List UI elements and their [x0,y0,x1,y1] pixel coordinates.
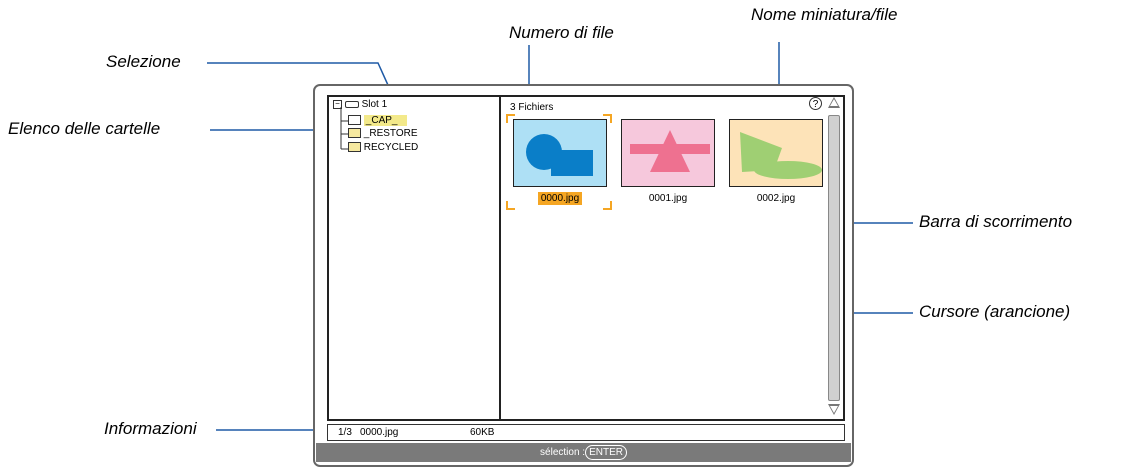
folder-item-cap[interactable]: _CAP_ [348,115,408,126]
folder-label-cap: _CAP_ [363,115,408,126]
open-folder-icon [348,115,361,126]
folder-icon [348,142,361,153]
enter-key-icon: ENTER [585,445,627,460]
callout-cursore: Cursore (arancione) [919,302,1071,321]
callout-nome-miniatura: Nome miniatura/file [751,5,898,24]
root-label: Slot 1 [361,99,388,110]
callout-barra-scorrimento: Barra di scorrimento [919,212,1073,231]
status-prefix: sélection : [540,447,586,458]
status-bar: sélection : ENTER [316,443,851,462]
file-name-0000[interactable]: 0000.jpg [513,192,607,205]
callout-selezione: Selezione [106,52,181,71]
collapse-icon[interactable]: − [333,99,342,109]
folder-item-recycled[interactable]: RECYCLED [348,142,418,153]
thumbnail-0001[interactable] [621,119,715,187]
callout-elenco-cartelle: Elenco delle cartelle [8,119,161,138]
info-position: 1/3 [338,427,352,438]
info-bar: 1/3 0000.jpg 60KB [327,424,845,441]
thumbnail-image-0002 [740,132,822,179]
folder-icon [348,128,361,139]
scrollbar[interactable] [828,115,840,401]
folder-label-restore: _RESTORE [363,128,418,139]
tree-root[interactable]: − Slot 1 [333,99,387,110]
thumbnail-image-0000 [526,134,593,176]
file-name-0001[interactable]: 0001.jpg [621,193,715,204]
file-name-0002[interactable]: 0002.jpg [729,193,823,204]
info-filesize: 60KB [470,427,495,438]
thumbnail-0002[interactable] [729,119,823,187]
file-count: 3 Fichiers [510,102,554,113]
thumbnail-0000[interactable] [513,119,607,187]
help-icon[interactable]: ? [809,97,822,110]
drive-icon [344,100,359,108]
info-filename: 0000.jpg [360,427,399,438]
folder-label-recycled: RECYCLED [363,142,419,153]
callout-informazioni: Informazioni [104,419,197,438]
thumbnail-image-0001 [630,130,710,172]
scroll-up-arrow-icon[interactable] [828,97,840,108]
scroll-down-arrow-icon[interactable] [828,404,840,415]
callout-numero-file: Numero di file [509,23,614,42]
folder-item-restore[interactable]: _RESTORE [348,128,418,139]
